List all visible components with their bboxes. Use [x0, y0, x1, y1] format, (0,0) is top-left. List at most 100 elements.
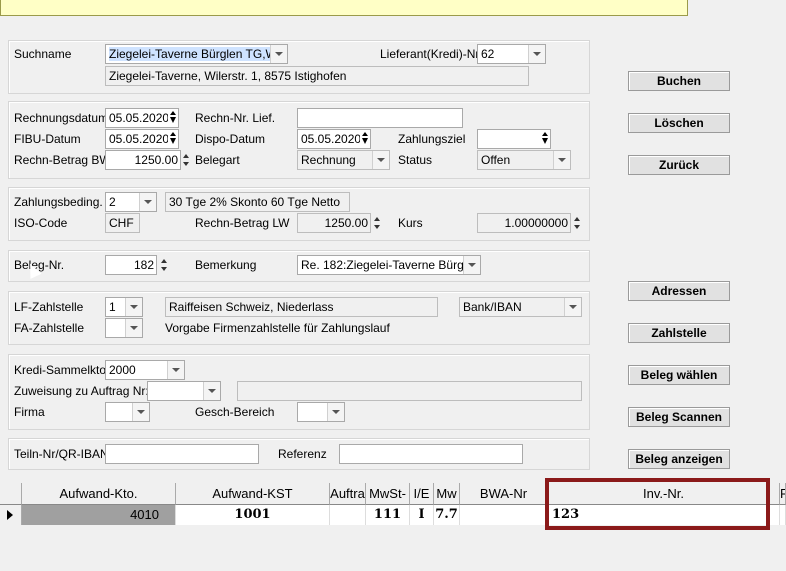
- current-row-icon: [7, 510, 13, 520]
- buchen-button[interactable]: Buchen: [628, 71, 730, 91]
- fa-zahlstelle-text: Vorgabe Firmenzahlstelle für Zahlungslau…: [165, 321, 390, 335]
- cell-bwa-nr[interactable]: [460, 505, 548, 525]
- cell-ie[interactable]: I: [410, 505, 434, 525]
- suchname-combo[interactable]: Ziegelei-Taverne Bürglen TG,Wi: [105, 44, 288, 64]
- chevron-down-icon[interactable]: [125, 298, 142, 316]
- info-banner: [0, 0, 688, 16]
- rechn-nr-lief-input[interactable]: [297, 108, 463, 128]
- lieferant-combo[interactable]: 62: [477, 44, 546, 64]
- spinner-icon[interactable]: [373, 214, 383, 232]
- chevron-down-icon[interactable]: [270, 45, 287, 63]
- zuweisung-label: Zuweisung zu Auftrag Nr:: [14, 384, 149, 398]
- dispo-datum-field[interactable]: 05.05.2020: [297, 129, 371, 149]
- spinner-icon[interactable]: [160, 256, 170, 274]
- zuweisung-combo[interactable]: [147, 381, 221, 401]
- status-label: Status: [398, 153, 433, 167]
- col-header-auftrag[interactable]: Auftra: [330, 483, 366, 505]
- teiln-nr-label: Teiln-Nr/QR-IBAN: [14, 447, 109, 461]
- bemerkung-combo[interactable]: Re. 182:Ziegelei-Taverne Bürgl: [297, 255, 481, 275]
- rechn-betrag-bw-input[interactable]: 1250.00: [105, 150, 181, 170]
- col-header-mw[interactable]: Mw: [434, 483, 460, 505]
- chevron-down-icon[interactable]: [463, 256, 480, 274]
- suchname-label: Suchname: [14, 47, 72, 61]
- beleg-waehlen-button[interactable]: Beleg wählen: [628, 365, 730, 385]
- teiln-nr-input[interactable]: [105, 444, 259, 464]
- fibu-datum-value: 05.05.2020: [109, 132, 170, 146]
- lf-zahlstelle-combo[interactable]: 1: [105, 297, 143, 317]
- lieferant-label: Lieferant(Kredi)-Nr: [380, 47, 480, 61]
- loeschen-button[interactable]: Löschen: [628, 113, 730, 133]
- chevron-down-icon[interactable]: [125, 319, 142, 337]
- lf-zahlstelle-value: 1: [109, 300, 116, 314]
- suchname-value: Ziegelei-Taverne Bürglen TG,Wi: [109, 47, 280, 61]
- col-header-ie[interactable]: I/E: [410, 483, 434, 505]
- spinner-icon[interactable]: [573, 214, 583, 232]
- date-picker-icon[interactable]: [168, 130, 178, 148]
- chevron-down-icon[interactable]: [327, 403, 344, 421]
- zurueck-button[interactable]: Zurück: [628, 155, 730, 175]
- rechnungsdatum-value: 05.05.2020: [109, 111, 170, 125]
- fa-zahlstelle-combo[interactable]: [105, 318, 143, 338]
- status-combo[interactable]: Offen: [477, 150, 571, 170]
- fibu-datum-field[interactable]: 05.05.2020: [105, 129, 179, 149]
- zahlungsbeding-combo[interactable]: 2: [105, 192, 157, 212]
- referenz-input[interactable]: [339, 444, 523, 464]
- supplier-address: Ziegelei-Taverne, Wilerstr. 1, 8575 Isti…: [105, 66, 529, 86]
- kredi-sammelkto-value: 2000: [109, 363, 136, 377]
- chevron-down-icon[interactable]: [372, 151, 389, 169]
- firma-combo[interactable]: [105, 402, 150, 422]
- lieferant-value: 62: [481, 47, 495, 61]
- adressen-button[interactable]: Adressen: [628, 281, 730, 301]
- cell-f[interactable]: [780, 505, 786, 525]
- zahlungsbeding-text: 30 Tge 2% Skonto 60 Tge Netto: [165, 192, 350, 212]
- chevron-down-icon[interactable]: [139, 193, 156, 211]
- date-picker-icon[interactable]: [540, 130, 550, 148]
- kredi-sammelkto-label: Kredi-Sammelkto: [14, 363, 107, 377]
- col-header-mwst[interactable]: MwSt-: [366, 483, 410, 505]
- dispo-datum-value: 05.05.2020: [301, 132, 362, 146]
- cell-aufwand-kst[interactable]: 1001: [176, 505, 330, 525]
- chevron-down-icon[interactable]: [564, 298, 581, 316]
- gesch-bereich-combo[interactable]: [297, 402, 345, 422]
- cell-mw[interactable]: 7.7: [434, 505, 460, 525]
- lf-zahlstelle-label: LF-Zahlstelle: [14, 300, 84, 314]
- zahlstelle-button[interactable]: Zahlstelle: [628, 323, 730, 343]
- gesch-bereich-label: Gesch-Bereich: [195, 405, 275, 419]
- row-header-corner: [0, 483, 22, 505]
- chevron-down-icon[interactable]: [203, 382, 220, 400]
- inv-nr-highlight: [545, 478, 770, 530]
- payment-type-combo[interactable]: Bank/IBAN: [459, 297, 582, 317]
- belegart-combo[interactable]: Rechnung: [297, 150, 390, 170]
- col-header-aufwand-kst[interactable]: Aufwand-KST: [176, 483, 330, 505]
- kurs-value: 1.00000000: [477, 213, 571, 233]
- row-selector[interactable]: [0, 505, 22, 525]
- zahlungsbeding-value: 2: [109, 195, 116, 209]
- iso-code-value: CHF: [105, 213, 140, 233]
- date-picker-icon[interactable]: [360, 130, 370, 148]
- fibu-datum-label: FIBU-Datum: [14, 132, 81, 146]
- beleg-nr-input[interactable]: 182: [105, 255, 157, 275]
- date-picker-icon[interactable]: [168, 109, 178, 127]
- beleg-scannen-button[interactable]: Beleg Scannen: [628, 407, 730, 427]
- cell-auftrag[interactable]: [330, 505, 366, 525]
- rechn-nr-lief-label: Rechn-Nr. Lief.: [195, 111, 276, 125]
- kredi-sammelkto-combo[interactable]: 2000: [105, 360, 185, 380]
- cell-aufwand-kto[interactable]: 4010: [22, 505, 176, 525]
- col-header-bwa-nr[interactable]: BWA-Nr: [460, 483, 548, 505]
- zahlungsbeding-label: Zahlungsbeding.: [14, 195, 103, 209]
- referenz-label: Referenz: [278, 447, 327, 461]
- chevron-down-icon[interactable]: [553, 151, 570, 169]
- chevron-down-icon[interactable]: [528, 45, 545, 63]
- chevron-down-icon[interactable]: [132, 403, 149, 421]
- beleg-anzeigen-button[interactable]: Beleg anzeigen: [628, 449, 730, 469]
- rechnungsdatum-field[interactable]: 05.05.2020: [105, 108, 179, 128]
- col-header-aufwand-kto[interactable]: Aufwand-Kto.: [22, 483, 176, 505]
- zuweisung-text: [237, 381, 582, 401]
- col-header-f[interactable]: F: [780, 483, 786, 505]
- cell-mwst[interactable]: 111: [366, 505, 410, 525]
- chevron-down-icon[interactable]: [167, 361, 184, 379]
- fa-zahlstelle-label: FA-Zahlstelle: [14, 321, 85, 335]
- zahlungsziel-field[interactable]: [477, 129, 551, 149]
- rechn-betrag-lw-label: Rechn-Betrag LW: [195, 216, 290, 230]
- spinner-icon[interactable]: [182, 151, 192, 169]
